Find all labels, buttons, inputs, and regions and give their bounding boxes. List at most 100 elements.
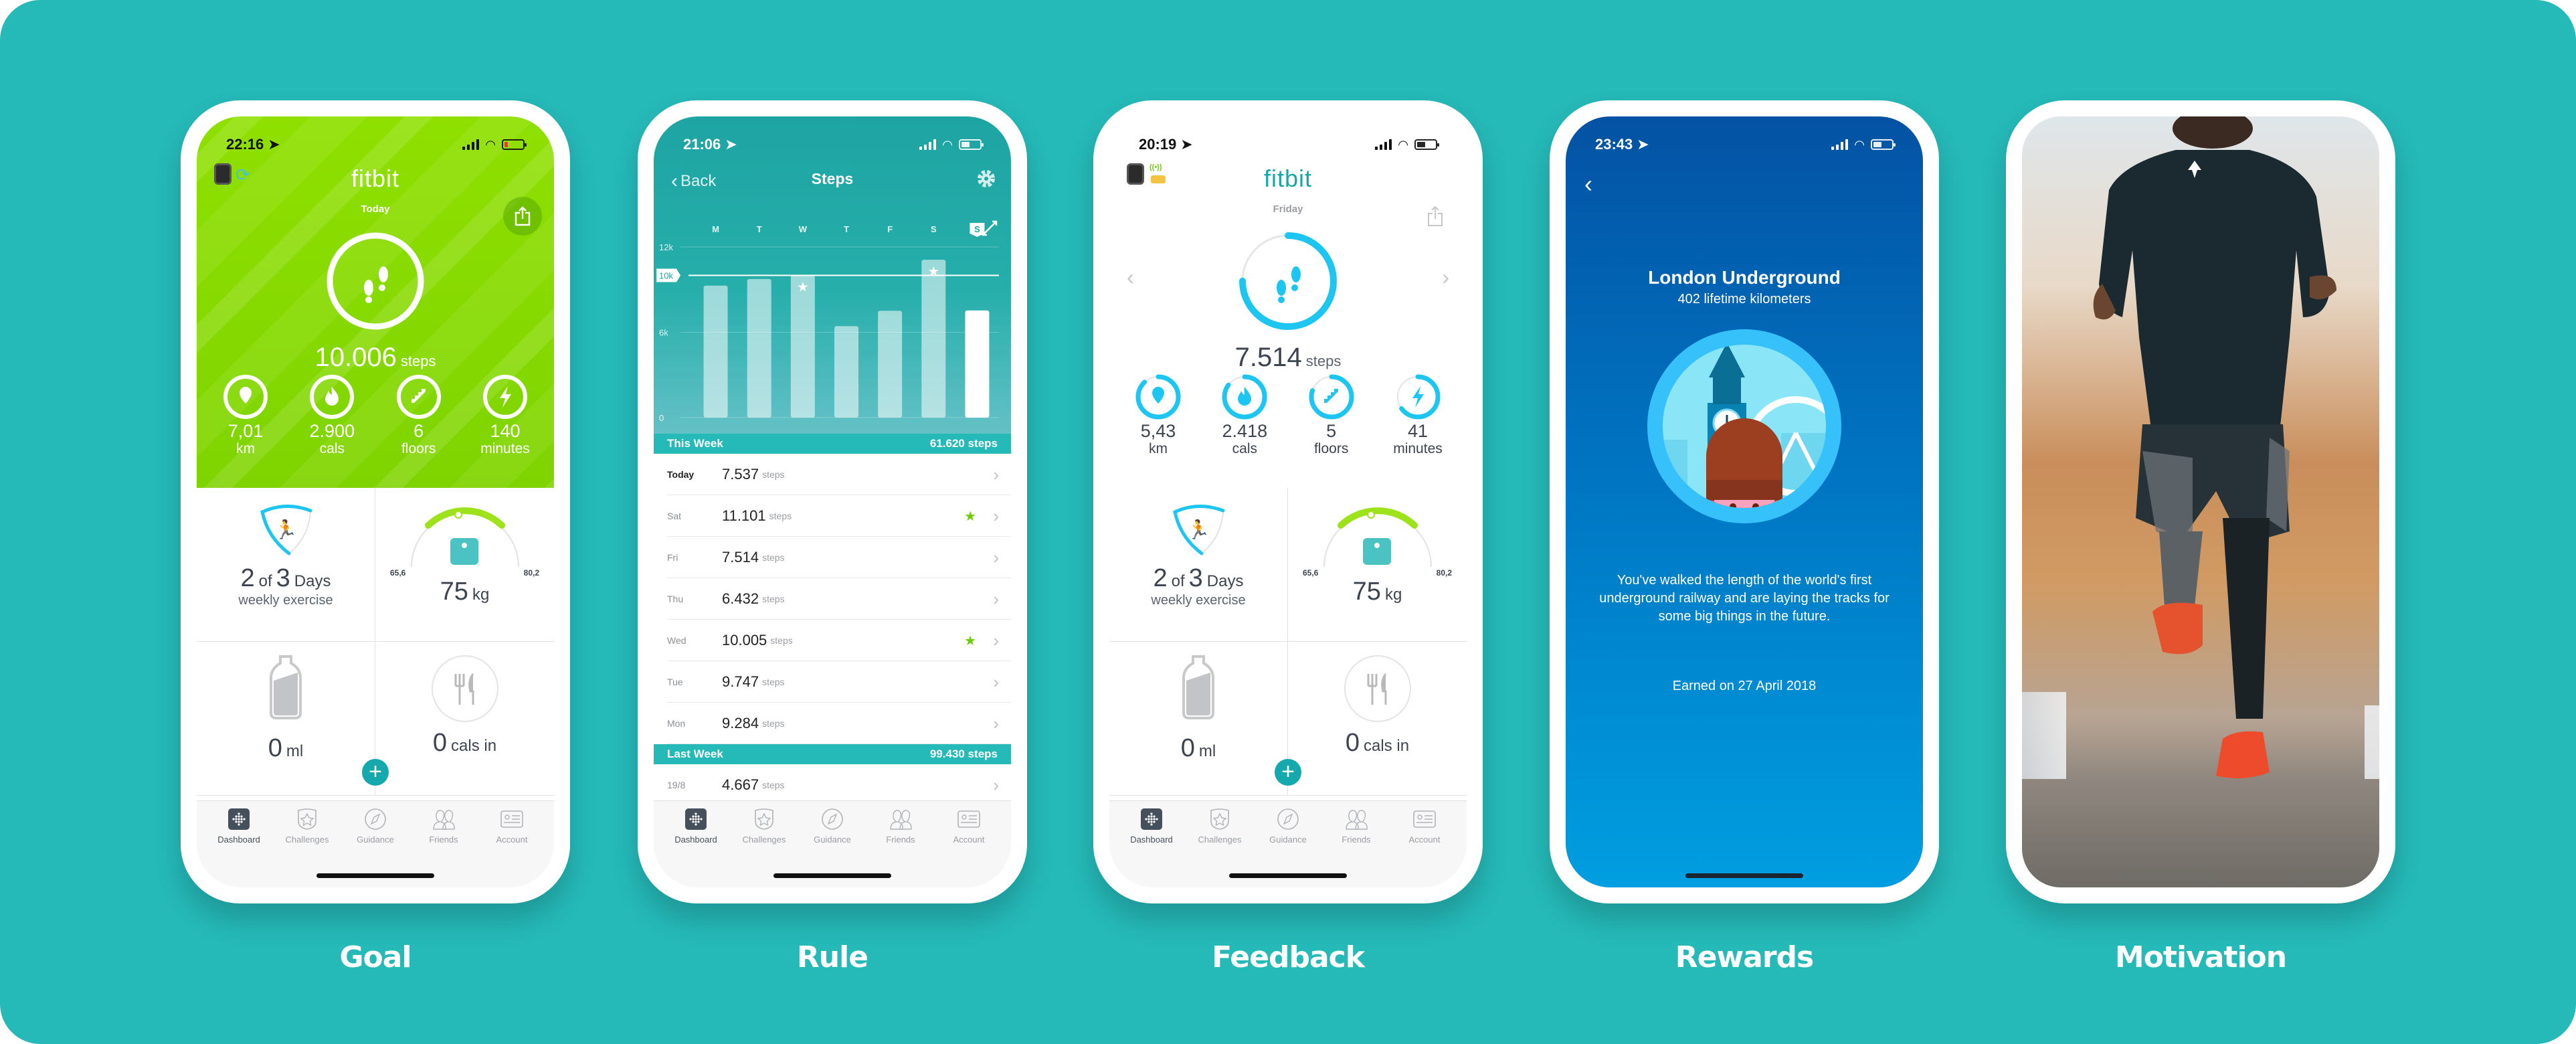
- steps-value[interactable]: 10.006 steps: [197, 343, 554, 373]
- list-item[interactable]: Today 7.537 steps ›: [654, 454, 1011, 495]
- x-tick-label: S: [931, 224, 937, 234]
- water-tile[interactable]: 0 ml: [197, 642, 375, 796]
- badge-earned-date: Earned on 27 April 2018: [1672, 679, 1817, 693]
- home-indicator[interactable]: [1685, 873, 1803, 878]
- row-unit: steps: [762, 469, 785, 480]
- tab-guidance[interactable]: Guidance: [342, 808, 409, 845]
- bar-0[interactable]: [703, 285, 728, 418]
- label-feedback: Feedback: [1212, 940, 1365, 974]
- food-number: 0: [1345, 729, 1360, 757]
- home-indicator[interactable]: [773, 873, 891, 878]
- status-time: 20:19: [1139, 136, 1177, 153]
- list-item[interactable]: Fri 7.514 steps ›: [654, 537, 1011, 578]
- list-item[interactable]: Mon 9.284 steps ›: [654, 703, 1011, 744]
- steps-bar-chart[interactable]: 0 6k 12k M T ★ W T F ★ S S 10k: [654, 217, 1011, 431]
- stat-value: 5: [1326, 421, 1337, 441]
- water-tile[interactable]: 0 ml: [1109, 642, 1288, 796]
- phone-feedback: 20:19 ➤ ◠ ((•)) fitbit Friday ‹ › 7.514 st…: [1093, 100, 1483, 903]
- tab-dashboard[interactable]: Dashboard: [1118, 808, 1185, 845]
- chevron-right-icon: ›: [993, 671, 999, 692]
- steps-progress-ring[interactable]: [1237, 230, 1339, 332]
- this-week-header: This Week 61.620 steps: [654, 434, 1011, 454]
- previous-day-button[interactable]: ‹: [1127, 265, 1134, 290]
- bar-5[interactable]: [921, 260, 946, 418]
- fork-knife-icon: [431, 655, 498, 722]
- stat-cals[interactable]: 2.418 cals: [1214, 372, 1275, 456]
- tab-friends[interactable]: Friends: [867, 808, 934, 845]
- exercise-done: 2: [1153, 564, 1168, 592]
- page-title: Steps: [811, 170, 854, 187]
- bar-3[interactable]: [834, 326, 858, 418]
- tab-account[interactable]: Account: [478, 808, 545, 845]
- tab-guidance[interactable]: Guidance: [1255, 808, 1321, 845]
- tab-friends[interactable]: Friends: [1323, 808, 1390, 845]
- back-button[interactable]: ‹: [1584, 170, 1592, 198]
- water-value: 0 ml: [197, 734, 375, 763]
- share-button[interactable]: [503, 197, 542, 236]
- home-indicator[interactable]: [1229, 873, 1347, 878]
- bar-4[interactable]: [878, 311, 903, 418]
- steps-unit: steps: [400, 353, 436, 369]
- exercise-tile[interactable]: 🏃 2 of 3 Days weekly exercise: [197, 488, 375, 642]
- bar-6[interactable]: [965, 310, 990, 418]
- row-day: Wed: [667, 635, 686, 646]
- location-arrow-icon: ➤: [1180, 136, 1193, 153]
- share-icon: [515, 206, 531, 226]
- stat-floors[interactable]: 6 floors: [389, 372, 449, 456]
- exercise-goal: 3: [1188, 564, 1203, 592]
- list-item[interactable]: Tue 9.747 steps ›: [654, 661, 1011, 703]
- tab-challenges[interactable]: Challenges: [1186, 808, 1253, 845]
- stat-floors[interactable]: 5 floors: [1301, 372, 1362, 456]
- weight-tile[interactable]: 65,6 80,2 75 kg: [1288, 488, 1467, 642]
- bar-2[interactable]: [790, 275, 815, 418]
- share-icon: [1428, 205, 1443, 226]
- list-item[interactable]: 19/8 4.667 steps ›: [654, 764, 1011, 806]
- tab-account[interactable]: Account: [935, 808, 1002, 845]
- exercise-tile[interactable]: 🏃 2 of 3 Days weekly exercise: [1109, 488, 1288, 642]
- tab-friends[interactable]: Friends: [410, 808, 477, 845]
- tab-dashboard[interactable]: Dashboard: [205, 808, 272, 845]
- steps-value[interactable]: 7.514 steps: [1109, 343, 1467, 373]
- list-item[interactable]: Wed 10.005 steps ★ ›: [654, 620, 1011, 661]
- row-unit: steps: [770, 635, 793, 646]
- dashboard-tiles: 🏃 2 of 3 Days weekly exercise 65,6 80,2 75 kg 0 ml 0…: [197, 488, 554, 796]
- stat-km[interactable]: 5,43 km: [1128, 372, 1188, 456]
- goal-star-icon: ★: [964, 633, 976, 648]
- list-item[interactable]: Sat 11.101 steps ★ ›: [654, 495, 1011, 537]
- chevron-right-icon: ›: [993, 464, 999, 485]
- home-indicator[interactable]: [316, 873, 434, 878]
- this-week-label: This Week: [667, 437, 723, 450]
- chevron-right-icon: ›: [993, 774, 999, 795]
- signal-icon: [919, 139, 937, 150]
- fork-knife-icon: [1344, 655, 1411, 722]
- next-day-button[interactable]: ›: [1442, 265, 1449, 290]
- scale-icon: [450, 538, 478, 565]
- food-tile[interactable]: 0 cals in: [375, 642, 554, 796]
- bar-1[interactable]: [747, 278, 771, 418]
- list-item[interactable]: Thu 6.432 steps ›: [654, 578, 1011, 620]
- tab-challenges[interactable]: Challenges: [274, 808, 341, 845]
- steps-progress-ring[interactable]: [325, 230, 426, 332]
- food-tile[interactable]: 0 cals in: [1288, 642, 1467, 796]
- stat-km[interactable]: 7,01 km: [215, 372, 276, 456]
- tab-guidance[interactable]: Guidance: [799, 808, 866, 845]
- gear-icon[interactable]: [975, 167, 998, 190]
- location-pin-icon: [240, 387, 252, 404]
- tab-challenges[interactable]: Challenges: [731, 808, 798, 845]
- steps-header: 21:06 ➤ ◠ ‹ Back Steps 0 6k 12k M T ★ W …: [654, 116, 1011, 434]
- weight-value: 75 kg: [1288, 578, 1467, 606]
- stat-minutes[interactable]: 41 minutes: [1388, 372, 1448, 456]
- share-button[interactable]: [1416, 197, 1455, 236]
- expand-icon[interactable]: [982, 220, 998, 236]
- add-entry-button[interactable]: +: [1275, 759, 1301, 786]
- signal-icon: [1831, 139, 1849, 150]
- exercise-of: of: [258, 572, 272, 590]
- add-entry-button[interactable]: +: [362, 759, 389, 786]
- tab-account[interactable]: Account: [1391, 808, 1458, 845]
- battery-icon: [959, 139, 984, 150]
- weight-tile[interactable]: 65,6 80,2 75 kg: [375, 488, 554, 642]
- stat-cals[interactable]: 2.900 cals: [302, 372, 362, 456]
- tab-label: Dashboard: [1130, 835, 1173, 845]
- tab-dashboard[interactable]: Dashboard: [662, 808, 729, 845]
- stat-minutes[interactable]: 140 minutes: [475, 372, 535, 456]
